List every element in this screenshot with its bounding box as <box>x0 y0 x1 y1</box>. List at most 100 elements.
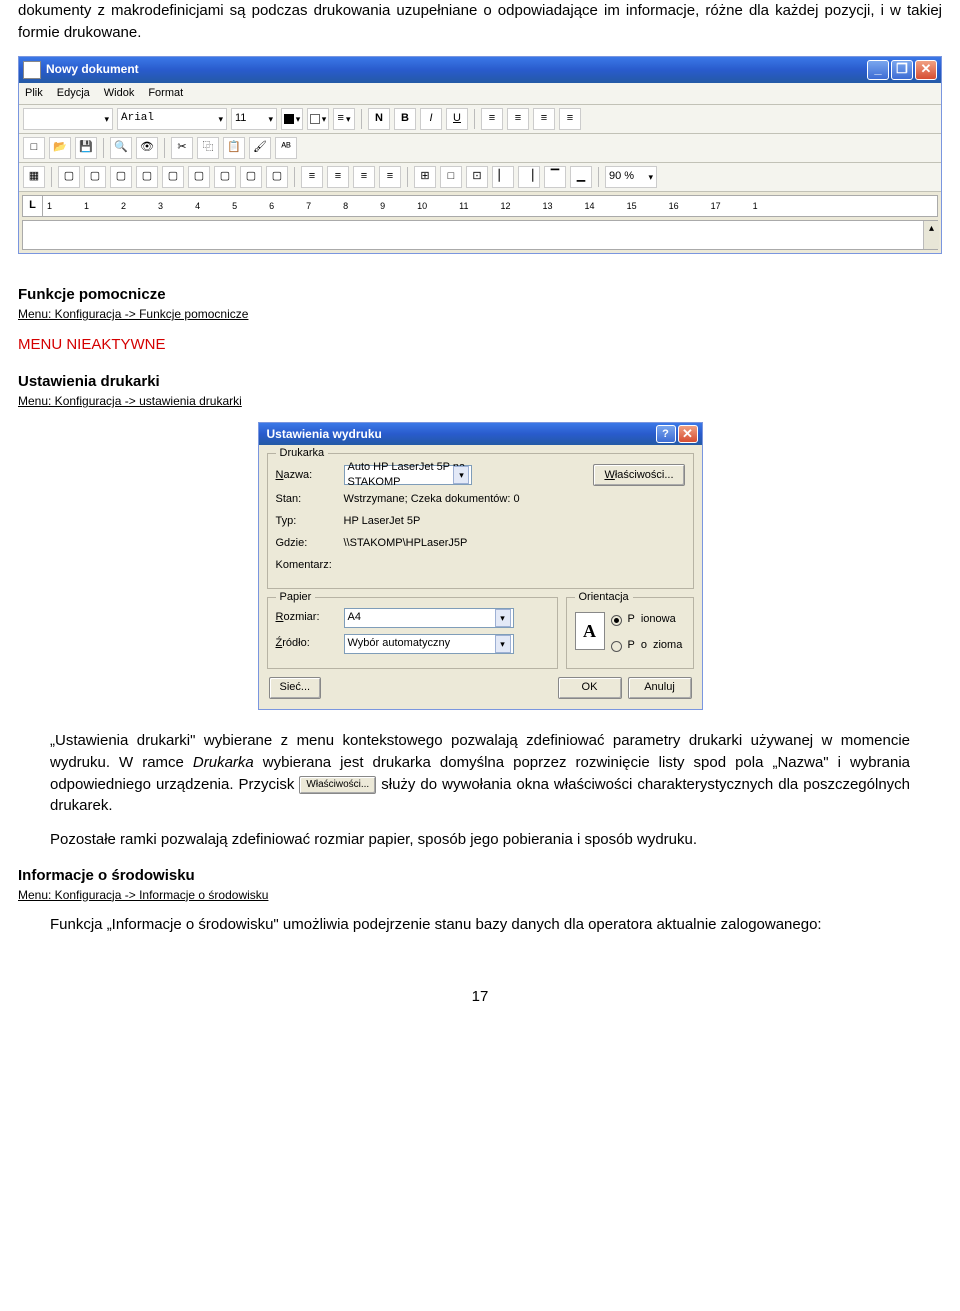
spell-button[interactable]: ᴬᴮ <box>275 137 297 159</box>
menu-path-drukarki: Menu: Konfiguracja -> ustawienia drukark… <box>18 393 942 410</box>
paper-size-select[interactable]: A4 <box>344 608 514 628</box>
t2[interactable]: ▢ <box>84 166 106 188</box>
t8[interactable]: ▢ <box>240 166 262 188</box>
page-number: 17 <box>18 986 942 1008</box>
align-center-button[interactable]: ≡ <box>507 108 529 130</box>
para-format[interactable]: ≡ <box>333 108 355 130</box>
t3[interactable]: ▢ <box>110 166 132 188</box>
t5[interactable]: ▢ <box>162 166 184 188</box>
radio-landscape[interactable] <box>611 641 622 652</box>
divider <box>103 138 104 158</box>
cancel-button[interactable]: Anuluj <box>628 677 692 699</box>
properties-button[interactable]: Właściwości... <box>593 464 684 486</box>
style-select[interactable] <box>23 108 113 130</box>
divider <box>474 109 475 129</box>
divider <box>407 167 408 187</box>
paper-source-select[interactable]: Wybór automatyczny <box>344 634 514 654</box>
paste-button[interactable]: 📋 <box>223 137 245 159</box>
menu-edycja[interactable]: Edycja <box>57 86 90 102</box>
save-button[interactable]: 💾 <box>75 137 97 159</box>
border-none[interactable]: ⊡ <box>466 166 488 188</box>
type-value: HP LaserJet 5P <box>344 514 421 530</box>
dialog-titlebar: Ustawienia wydruku ? ✕ <box>259 423 702 445</box>
menu-plik[interactable]: Plik <box>25 86 43 102</box>
menubar: Plik Edycja Widok Format <box>19 83 941 106</box>
paragraph-2: „Ustawienia drukarki" wybierane z menu k… <box>50 730 910 817</box>
font-select[interactable]: Arial <box>117 108 227 130</box>
close-button[interactable]: ✕ <box>915 60 937 80</box>
border-out[interactable]: □ <box>440 166 462 188</box>
orientation-preview-icon: A <box>575 612 605 650</box>
heading-funkcje: Funkcje pomocnicze <box>18 284 942 306</box>
menu-path-srodowisko: Menu: Konfiguracja -> Informacje o środo… <box>18 887 942 904</box>
ruler-corner[interactable]: L <box>23 196 43 216</box>
toolbar-3: ▦ ▢ ▢ ▢ ▢ ▢ ▢ ▢ ▢ ▢ ≡ ≡ ≡ ≡ ⊞ □ ⊡ ▏ ▕ ▔ … <box>19 163 941 192</box>
ok-button[interactable]: OK <box>558 677 622 699</box>
border-b[interactable]: ▁ <box>570 166 592 188</box>
menu-inactive-label: MENU NIEAKTYWNE <box>18 334 942 356</box>
size-label: Rozmiar: <box>276 610 344 626</box>
help-button[interactable]: ? <box>656 425 676 443</box>
dialog-title: Ustawienia wydruku <box>263 426 654 443</box>
vertical-scrollbar[interactable] <box>923 221 939 249</box>
font-size-select[interactable]: 11 <box>231 108 277 130</box>
t1[interactable]: ▢ <box>58 166 80 188</box>
new-doc-button[interactable]: □ <box>23 137 45 159</box>
window-title: Nowy dokument <box>46 61 865 78</box>
network-button[interactable]: Sieć... <box>269 677 322 699</box>
align-left-button[interactable]: ≡ <box>481 108 503 130</box>
editor-window: ≡ Nowy dokument _ ❐ ✕ Plik Edycja Widok … <box>18 56 942 255</box>
search-button[interactable]: 🔍 <box>110 137 132 159</box>
portrait-label: ionowa <box>641 612 676 628</box>
close-button[interactable]: ✕ <box>678 425 698 443</box>
divider <box>598 167 599 187</box>
group-printer-title: Drukarka <box>276 446 329 462</box>
table-button[interactable]: ▦ <box>23 166 45 188</box>
t7[interactable]: ▢ <box>214 166 236 188</box>
document-canvas[interactable] <box>22 220 938 250</box>
border-all[interactable]: ⊞ <box>414 166 436 188</box>
minimize-button[interactable]: _ <box>867 60 889 80</box>
radio-portrait[interactable] <box>611 615 622 626</box>
t9[interactable]: ▢ <box>266 166 288 188</box>
align-justify-button[interactable]: ≡ <box>559 108 581 130</box>
italic-button[interactable]: I <box>420 108 442 130</box>
normal-button[interactable]: N <box>368 108 390 130</box>
copy-button[interactable]: ⿻ <box>197 137 219 159</box>
bullet-button[interactable]: ≡ <box>301 166 323 188</box>
divider <box>164 138 165 158</box>
cut-button[interactable]: ✂ <box>171 137 193 159</box>
bold-button[interactable]: B <box>394 108 416 130</box>
numlist-button[interactable]: ≡ <box>327 166 349 188</box>
menu-format[interactable]: Format <box>148 86 183 102</box>
t4[interactable]: ▢ <box>136 166 158 188</box>
t6[interactable]: ▢ <box>188 166 210 188</box>
ruler-ticks: 1 1 2 3 4 5 6 7 8 9 10 11 12 13 14 15 16… <box>43 200 937 213</box>
border-l[interactable]: ▏ <box>492 166 514 188</box>
ruler: L 1 1 2 3 4 5 6 7 8 9 10 11 12 13 14 15 … <box>22 195 938 217</box>
group-paper-title: Papier <box>276 590 316 606</box>
fontcolor-picker[interactable] <box>281 108 303 130</box>
open-button[interactable]: 📂 <box>49 137 71 159</box>
indent-inc-button[interactable]: ≡ <box>379 166 401 188</box>
state-label: Stan: <box>276 492 344 508</box>
brush-button[interactable]: 🖌 <box>249 137 271 159</box>
zoom-select[interactable]: 90 % <box>605 166 657 188</box>
group-paper: Papier Rozmiar:A4 Źródło:Wybór automatyc… <box>267 597 558 669</box>
hilite-picker[interactable] <box>307 108 329 130</box>
where-value: \\STAKOMP\HPLaserJ5P <box>344 536 468 552</box>
align-right-button[interactable]: ≡ <box>533 108 555 130</box>
inline-properties-button[interactable]: Właściwości... <box>299 776 376 794</box>
restore-button[interactable]: ❐ <box>891 60 913 80</box>
heading-drukarki: Ustawienia drukarki <box>18 371 942 393</box>
border-r[interactable]: ▕ <box>518 166 540 188</box>
state-value: Wstrzymane; Czeka dokumentów: 0 <box>344 492 520 508</box>
menu-path-funkcje: Menu: Konfiguracja -> Funkcje pomocnicze <box>18 306 942 323</box>
underline-button[interactable]: U <box>446 108 468 130</box>
preview-button[interactable]: 👁 <box>136 137 158 159</box>
print-settings-dialog: Ustawienia wydruku ? ✕ Drukarka Nazwa: A… <box>258 422 703 710</box>
menu-widok[interactable]: Widok <box>104 86 135 102</box>
printer-name-select[interactable]: Auto HP LaserJet 5P na STAKOMP <box>344 465 473 485</box>
border-t[interactable]: ▔ <box>544 166 566 188</box>
indent-dec-button[interactable]: ≡ <box>353 166 375 188</box>
